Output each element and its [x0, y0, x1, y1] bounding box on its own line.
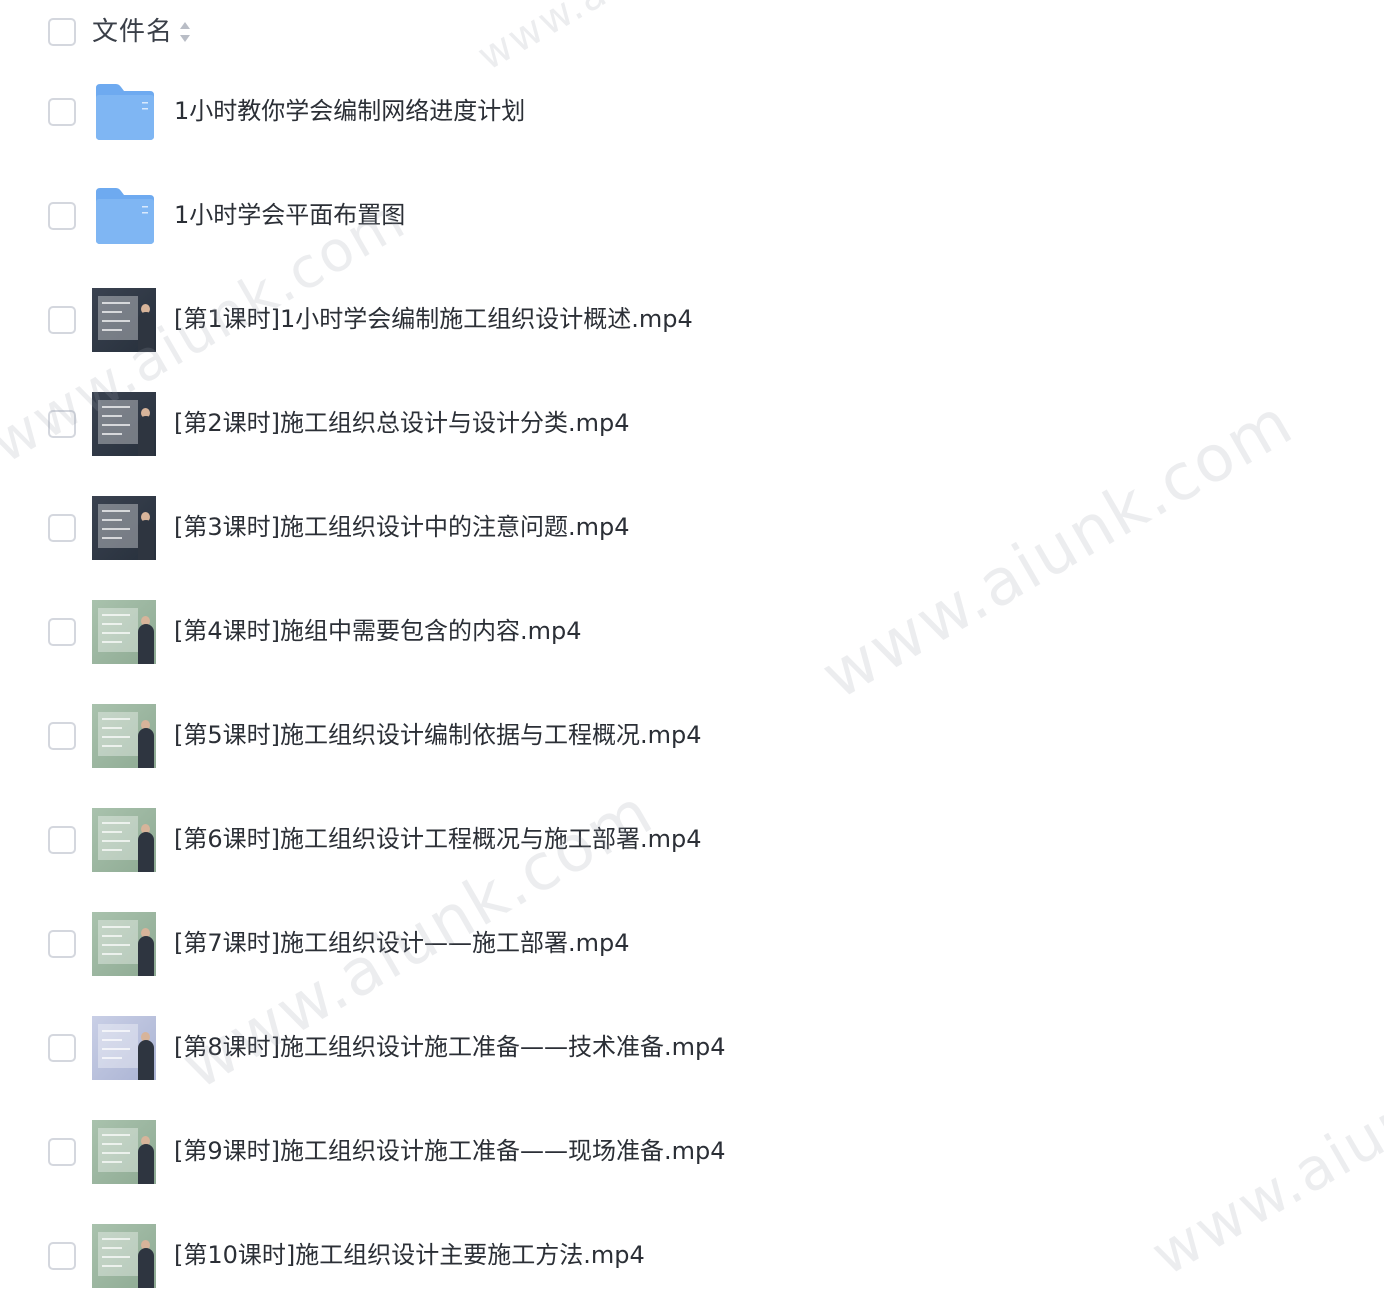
file-name[interactable]: [第7课时]施工组织设计——施工部署.mp4: [174, 925, 630, 961]
select-all-checkbox[interactable]: [48, 18, 76, 46]
video-thumbnail[interactable]: [92, 912, 156, 976]
file-row[interactable]: [第4课时]施组中需要包含的内容.mp4: [0, 580, 1384, 684]
file-name[interactable]: [第2课时]施工组织总设计与设计分类.mp4: [174, 405, 630, 441]
file-name[interactable]: [第6课时]施工组织设计工程概况与施工部署.mp4: [174, 821, 702, 857]
row-checkbox[interactable]: [48, 202, 76, 230]
row-checkbox[interactable]: [48, 410, 76, 438]
file-row[interactable]: [第8课时]施工组织设计施工准备——技术准备.mp4: [0, 996, 1384, 1100]
filename-column-header[interactable]: 文件名: [92, 14, 173, 50]
video-thumbnail[interactable]: [92, 288, 156, 352]
file-row[interactable]: [第7课时]施工组织设计——施工部署.mp4: [0, 892, 1384, 996]
row-checkbox[interactable]: [48, 1138, 76, 1166]
folder-icon[interactable]: [92, 186, 156, 246]
file-name[interactable]: [第4课时]施组中需要包含的内容.mp4: [174, 613, 582, 649]
file-row[interactable]: 1小时教你学会编制网络进度计划: [0, 60, 1384, 164]
video-thumbnail[interactable]: [92, 600, 156, 664]
row-checkbox[interactable]: [48, 306, 76, 334]
file-name[interactable]: [第1课时]1小时学会编制施工组织设计概述.mp4: [174, 301, 693, 337]
row-checkbox[interactable]: [48, 1242, 76, 1270]
list-header: 文件名: [0, 0, 1384, 66]
file-row[interactable]: [第5课时]施工组织设计编制依据与工程概况.mp4: [0, 684, 1384, 788]
file-row[interactable]: [第9课时]施工组织设计施工准备——现场准备.mp4: [0, 1100, 1384, 1204]
video-thumbnail[interactable]: [92, 1016, 156, 1080]
video-thumbnail[interactable]: [92, 1224, 156, 1288]
video-thumbnail[interactable]: [92, 496, 156, 560]
video-thumbnail[interactable]: [92, 704, 156, 768]
file-row[interactable]: [第3课时]施工组织设计中的注意问题.mp4: [0, 476, 1384, 580]
row-checkbox[interactable]: [48, 930, 76, 958]
video-thumbnail[interactable]: [92, 808, 156, 872]
file-name[interactable]: [第3课时]施工组织设计中的注意问题.mp4: [174, 509, 630, 545]
file-row[interactable]: [第2课时]施工组织总设计与设计分类.mp4: [0, 372, 1384, 476]
file-list: 1小时教你学会编制网络进度计划 1小时学会平面布置图 [第1课时]1小时学会编制施工…: [0, 60, 1384, 1294]
row-checkbox[interactable]: [48, 1034, 76, 1062]
file-row[interactable]: [第6课时]施工组织设计工程概况与施工部署.mp4: [0, 788, 1384, 892]
file-name[interactable]: 1小时教你学会编制网络进度计划: [174, 93, 525, 129]
file-list-page: 文件名 1小时教你学会编制网络进度计划 1小时学会平面布置图 [第1课时]1小时学会…: [0, 0, 1384, 1294]
file-name[interactable]: [第9课时]施工组织设计施工准备——现场准备.mp4: [174, 1133, 726, 1169]
sort-icon[interactable]: [178, 20, 192, 44]
file-name[interactable]: [第10课时]施工组织设计主要施工方法.mp4: [174, 1237, 645, 1273]
row-checkbox[interactable]: [48, 722, 76, 750]
file-row[interactable]: [第10课时]施工组织设计主要施工方法.mp4: [0, 1204, 1384, 1294]
video-thumbnail[interactable]: [92, 392, 156, 456]
folder-icon[interactable]: [92, 82, 156, 142]
file-name[interactable]: [第8课时]施工组织设计施工准备——技术准备.mp4: [174, 1029, 726, 1065]
row-checkbox[interactable]: [48, 618, 76, 646]
file-row[interactable]: [第1课时]1小时学会编制施工组织设计概述.mp4: [0, 268, 1384, 372]
file-row[interactable]: 1小时学会平面布置图: [0, 164, 1384, 268]
row-checkbox[interactable]: [48, 826, 76, 854]
row-checkbox[interactable]: [48, 98, 76, 126]
row-checkbox[interactable]: [48, 514, 76, 542]
file-name[interactable]: 1小时学会平面布置图: [174, 197, 405, 233]
video-thumbnail[interactable]: [92, 1120, 156, 1184]
file-name[interactable]: [第5课时]施工组织设计编制依据与工程概况.mp4: [174, 717, 702, 753]
